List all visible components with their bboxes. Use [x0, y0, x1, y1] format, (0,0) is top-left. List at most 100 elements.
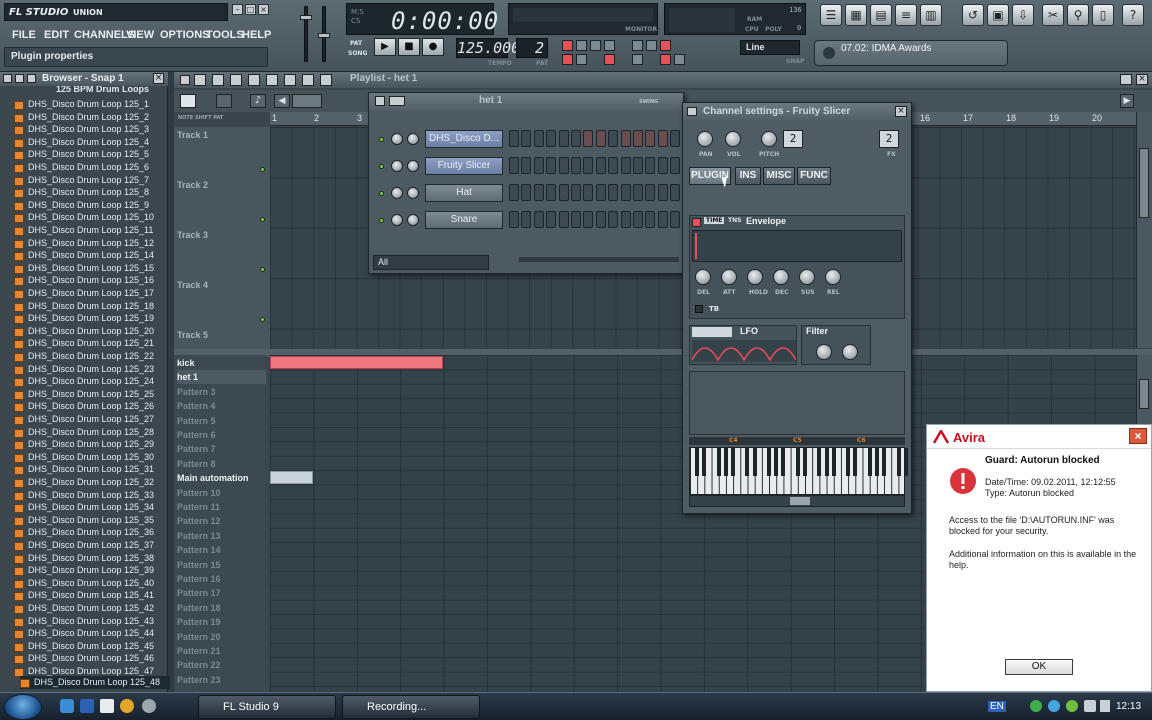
file-item[interactable]: DHS_Disco Drum Loop 125_45: [14, 640, 164, 653]
task-recording[interactable]: Recording...: [342, 695, 480, 719]
track-name[interactable]: Track 2: [177, 180, 208, 190]
file-item[interactable]: DHS_Disco Drum Loop 125_41: [14, 589, 164, 602]
channel-mute-led[interactable]: [379, 191, 384, 196]
menu-edit[interactable]: EDIT: [44, 26, 69, 44]
tab-ins[interactable]: INS: [735, 167, 761, 185]
step-button[interactable]: [608, 157, 619, 174]
fx-channel[interactable]: 2: [879, 130, 899, 148]
pan-knob[interactable]: [697, 131, 713, 147]
playlist-icon[interactable]: ☰: [820, 4, 842, 26]
word-icon[interactable]: [80, 699, 94, 713]
switch-snap[interactable]: [632, 54, 643, 65]
file-item[interactable]: DHS_Disco Drum Loop 125_14: [14, 249, 164, 262]
file-item[interactable]: DHS_Disco Drum Loop 125_23: [14, 363, 164, 376]
file-item[interactable]: DHS_Disco Drum Loop 125_28: [14, 426, 164, 439]
master-volume-slider[interactable]: [300, 6, 312, 62]
step-button[interactable]: [608, 130, 619, 147]
switch-slide[interactable]: [674, 54, 685, 65]
step-button[interactable]: [645, 184, 656, 201]
black-key[interactable]: [903, 448, 908, 476]
play-button[interactable]: ▶: [374, 38, 396, 56]
step-button[interactable]: [583, 184, 594, 201]
black-key[interactable]: [702, 448, 707, 476]
cs-menu-icon[interactable]: [687, 107, 697, 116]
cut-icon[interactable]: ✂: [1042, 4, 1064, 26]
step-button[interactable]: [533, 130, 544, 147]
track-led[interactable]: [260, 167, 265, 172]
audio-view-icon[interactable]: [216, 94, 232, 108]
black-key[interactable]: [875, 448, 879, 476]
mixer-icon[interactable]: ▥: [920, 4, 942, 26]
step-button[interactable]: [509, 130, 519, 147]
step-button[interactable]: [521, 184, 532, 201]
tempo-display[interactable]: 125.000: [456, 38, 520, 58]
song-selector[interactable]: 07.02: IDMA Awards: [814, 40, 1008, 66]
switch-auto-scroll[interactable]: [576, 54, 587, 65]
step-button[interactable]: [533, 157, 544, 174]
step-button[interactable]: [670, 184, 681, 201]
tray-icon[interactable]: [1030, 700, 1042, 712]
channel-pan-knob[interactable]: [391, 187, 403, 199]
volume-knob[interactable]: [725, 131, 741, 147]
step-button[interactable]: [583, 157, 594, 174]
pattern-number[interactable]: 2: [516, 38, 548, 58]
track-name[interactable]: Track 5: [177, 330, 208, 340]
file-item[interactable]: DHS_Disco Drum Loop 125_26: [14, 400, 164, 413]
settings-icon[interactable]: [142, 699, 156, 713]
playlist-vertical-scrollbar[interactable]: [1136, 112, 1152, 348]
file-item[interactable]: DHS_Disco Drum Loop 125_7: [14, 174, 164, 187]
menu-view[interactable]: VIEW: [126, 26, 154, 44]
task-fl-studio[interactable]: FL Studio 9: [198, 695, 336, 719]
step-button[interactable]: [521, 157, 532, 174]
black-key[interactable]: [853, 448, 858, 476]
step-sequencer-icon[interactable]: ▦: [845, 4, 867, 26]
slice-tool-icon[interactable]: [284, 74, 296, 86]
envelope-knob[interactable]: [773, 269, 789, 285]
channel-pan-knob[interactable]: [391, 214, 403, 226]
step-button[interactable]: [670, 130, 681, 147]
channel-volume-knob[interactable]: [407, 187, 419, 199]
black-key[interactable]: [817, 448, 822, 476]
file-item[interactable]: DHS_Disco Drum Loop 125_17: [14, 287, 164, 300]
clock[interactable]: 12:13: [1116, 701, 1141, 712]
envelope-knob[interactable]: [825, 269, 841, 285]
step-button[interactable]: [645, 211, 656, 228]
search-icon[interactable]: ⚲: [1067, 4, 1089, 26]
step-button[interactable]: [583, 211, 594, 228]
channel-pan-knob[interactable]: [391, 133, 403, 145]
pat-mode-label[interactable]: PAT: [350, 40, 362, 47]
pattern-item[interactable]: Pattern 18: [177, 601, 266, 615]
pattern-item[interactable]: Pattern 4: [177, 399, 266, 413]
step-button[interactable]: [546, 184, 557, 201]
step-button[interactable]: [571, 157, 581, 174]
black-key[interactable]: [695, 448, 699, 476]
step-button[interactable]: [657, 211, 668, 228]
step-button[interactable]: [546, 130, 557, 147]
render-icon[interactable]: ⇩: [1012, 4, 1034, 26]
step-button[interactable]: [657, 157, 668, 174]
lfo-wave-graph[interactable]: [692, 340, 796, 362]
browser-icon[interactable]: ≡: [895, 4, 917, 26]
file-item[interactable]: DHS_Disco Drum Loop 125_33: [14, 489, 164, 502]
pattern-item[interactable]: Pattern 14: [177, 543, 266, 557]
envelope-knob[interactable]: [799, 269, 815, 285]
file-item[interactable]: DHS_Disco Drum Loop 125_8: [14, 186, 164, 199]
save-icon[interactable]: ▣: [987, 4, 1009, 26]
browser-back-icon[interactable]: [15, 74, 24, 83]
step-button[interactable]: [533, 211, 544, 228]
master-pitch-slider[interactable]: [318, 6, 330, 62]
file-item[interactable]: DHS_Disco Drum Loop 125_37: [14, 539, 164, 552]
tab-misc[interactable]: MISC: [763, 167, 795, 185]
ok-button[interactable]: OK: [1005, 659, 1073, 675]
pattern-item[interactable]: Pattern 5: [177, 414, 266, 428]
file-item[interactable]: DHS_Disco Drum Loop 125_10: [14, 211, 164, 224]
song-mode-label[interactable]: SONG: [348, 50, 367, 57]
black-key[interactable]: [824, 448, 829, 476]
file-item[interactable]: DHS_Disco Drum Loop 125_46: [14, 652, 164, 665]
horizontal-scrollbar[interactable]: [292, 94, 322, 108]
step-button[interactable]: [558, 184, 569, 201]
step-button[interactable]: [558, 157, 569, 174]
pointer-tool-icon[interactable]: [194, 74, 206, 86]
file-item[interactable]: DHS_Disco Drum Loop 125_2: [14, 111, 164, 124]
step-button[interactable]: [533, 184, 544, 201]
